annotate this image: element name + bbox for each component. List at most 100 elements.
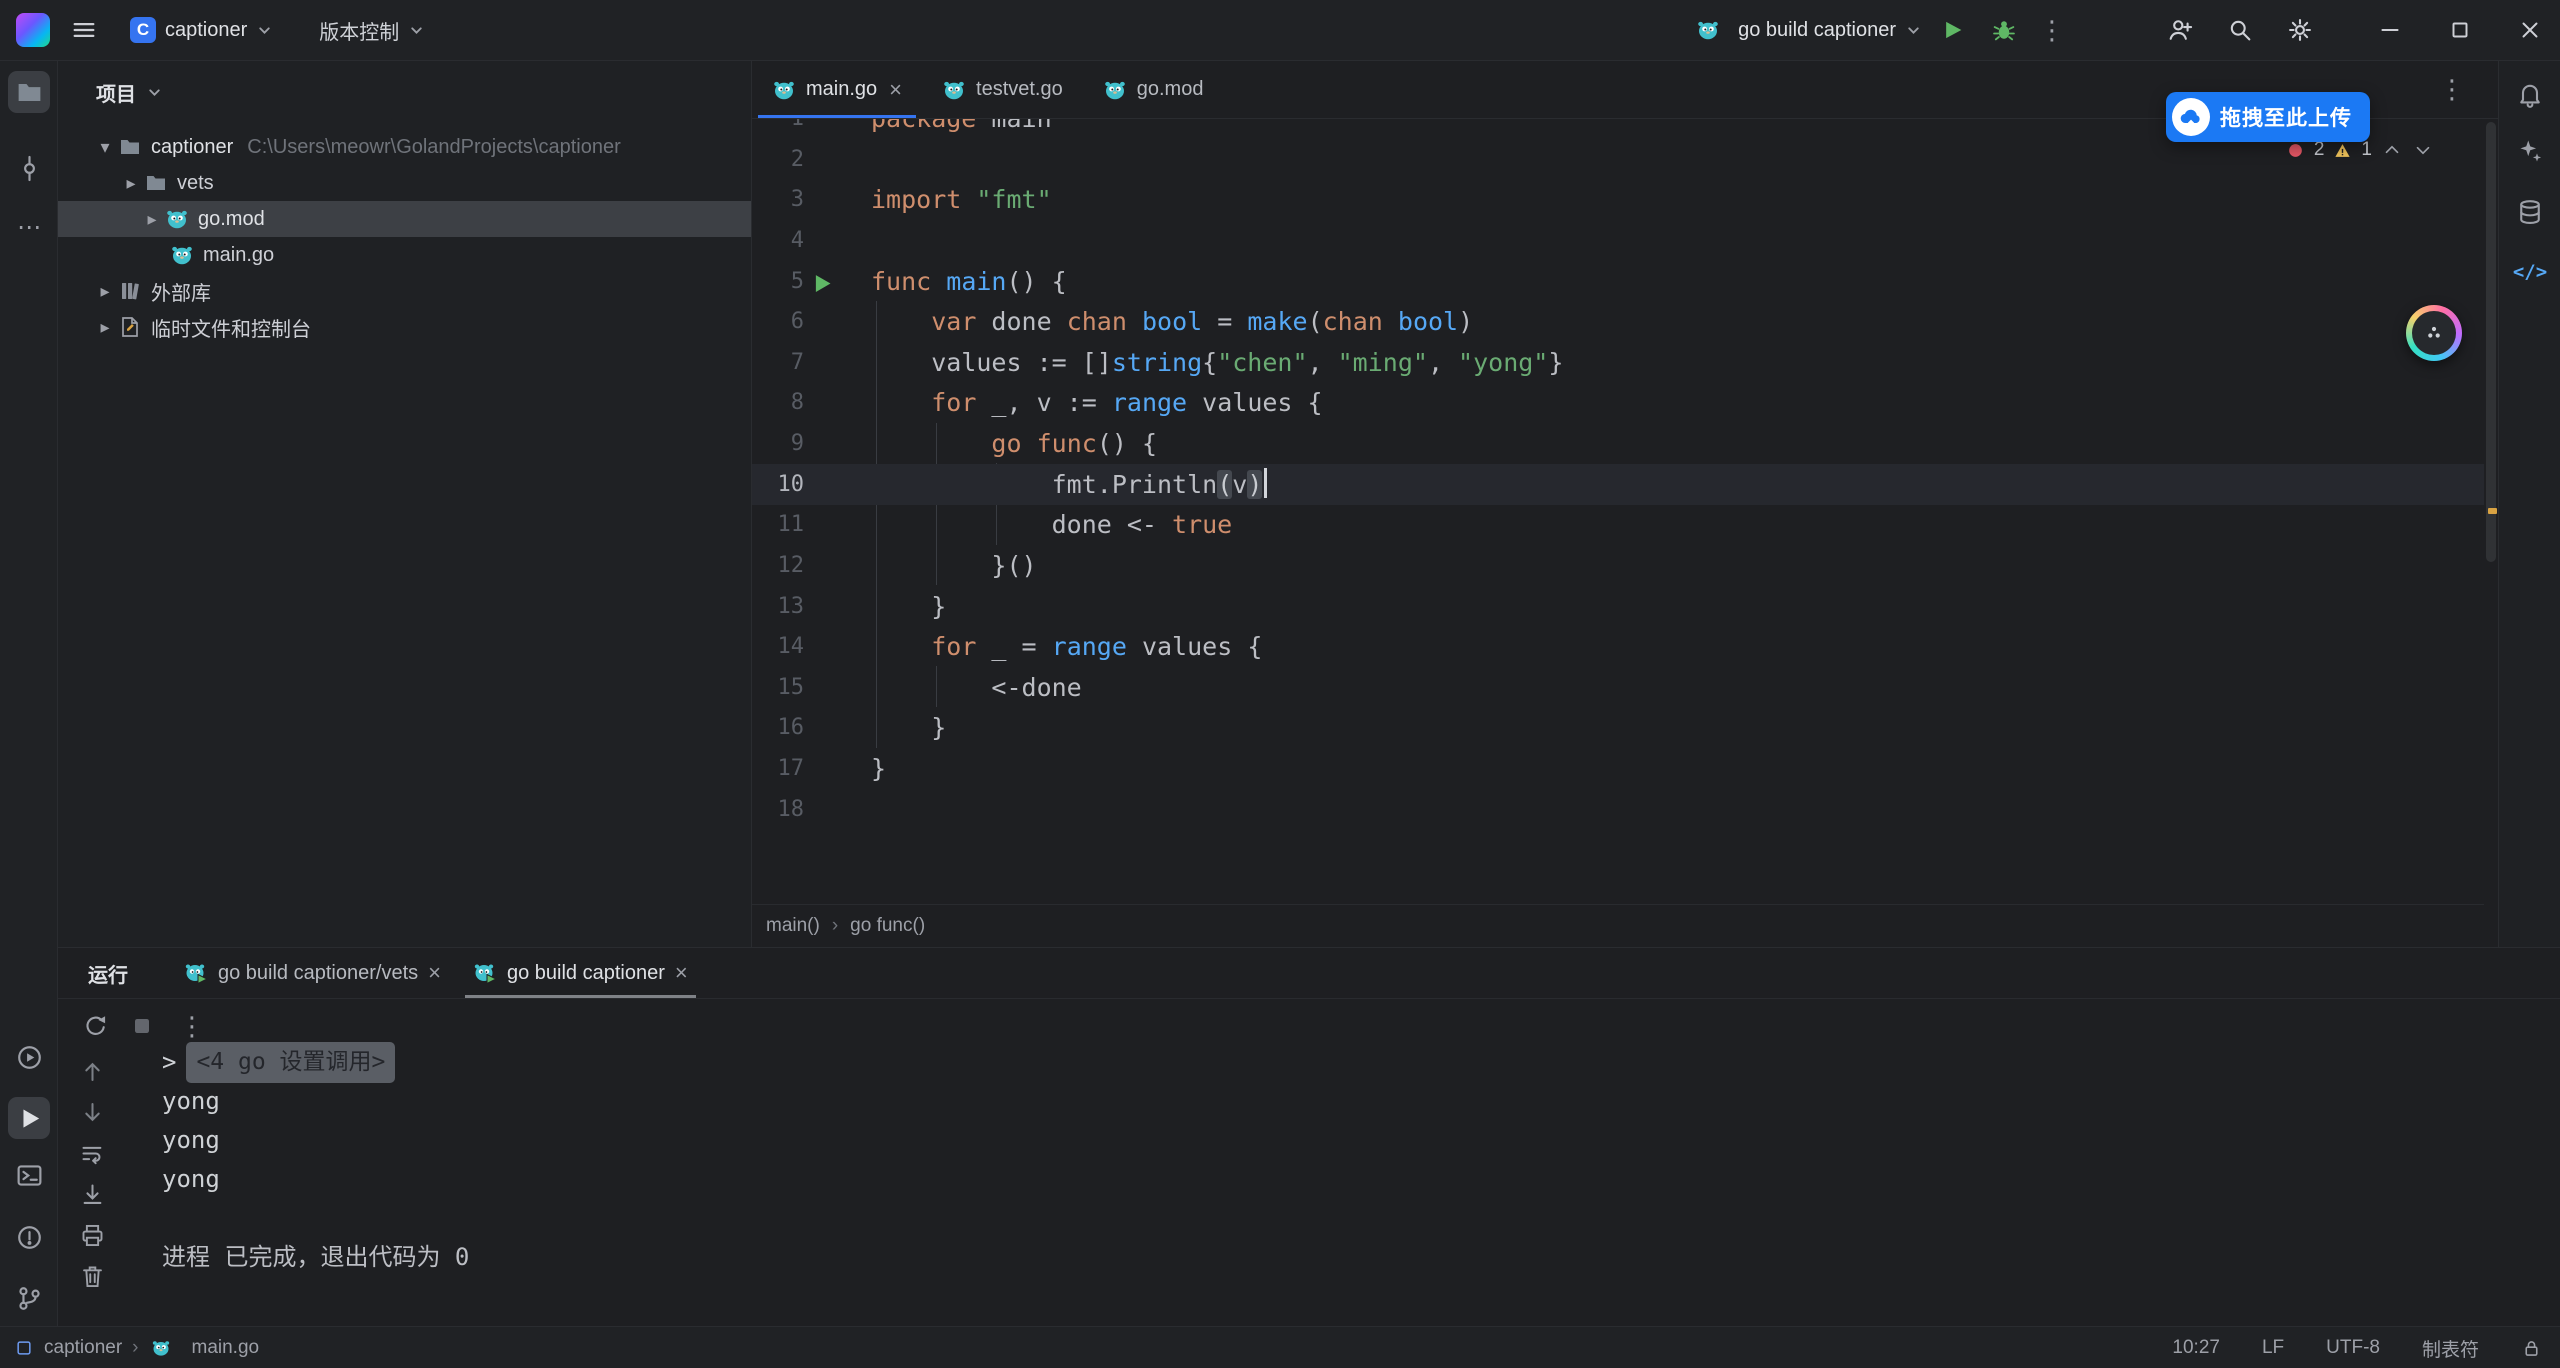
code-line-16[interactable]: 16 } [752, 707, 2484, 748]
caret-position-widget[interactable]: 10:27 [2172, 1337, 2220, 1359]
editor-options-button[interactable]: ⋮ [2434, 74, 2470, 105]
code-line-3[interactable]: 3import "fmt" [752, 179, 2484, 220]
prev-problem-button[interactable] [2381, 139, 2403, 161]
chevron-right-icon[interactable]: ▸ [92, 317, 118, 338]
code-line-5[interactable]: 5func main() { [752, 261, 2484, 302]
tab-testvet-go[interactable]: testvet.go [922, 61, 1083, 118]
search-everywhere-button[interactable] [2220, 10, 2260, 50]
endpoints-button[interactable]: </> [2499, 261, 2560, 283]
upload-overlay[interactable]: 拖拽至此上传 [2166, 92, 2370, 142]
tree-item-go-mod[interactable]: ▸ go.mod [58, 201, 751, 237]
up-stacktrace-button[interactable] [79, 1058, 106, 1085]
soft-wrap-button[interactable] [79, 1140, 106, 1167]
hamburger-icon [70, 16, 98, 44]
console-line [162, 1199, 2540, 1238]
chevron-right-icon[interactable]: ▸ [92, 281, 118, 302]
run-tab-captioner-vets[interactable]: go build captioner/vets × [168, 948, 457, 998]
more-options-button[interactable]: ⋮ [174, 1011, 210, 1042]
editor-scrollbar[interactable] [2484, 118, 2498, 905]
floating-widget[interactable] [2406, 305, 2462, 361]
vcs-widget[interactable]: 版本控制 [309, 9, 435, 51]
rerun-button[interactable] [82, 1012, 110, 1040]
chevron-right-icon[interactable]: ▸ [118, 173, 144, 194]
stop-button[interactable] [128, 1012, 156, 1040]
minimize-button[interactable] [2368, 8, 2412, 52]
breadcrumb-item-main[interactable]: main() [766, 915, 820, 937]
code-with-me-button[interactable] [2160, 10, 2200, 50]
main-menu-button[interactable] [64, 10, 104, 50]
fold-icon[interactable]: > [162, 1043, 176, 1082]
code-line-18[interactable]: 18 [752, 789, 2484, 830]
close-tab-icon[interactable]: × [428, 960, 441, 986]
code-line-8[interactable]: 8 for _, v := range values { [752, 382, 2484, 423]
services-tool-button[interactable] [8, 1036, 50, 1078]
database-button[interactable] [2509, 191, 2551, 233]
scroll-to-end-button[interactable] [79, 1181, 106, 1208]
tree-item-main-go[interactable]: main.go [58, 237, 751, 273]
print-button[interactable] [79, 1222, 106, 1249]
tree-item-external-libraries[interactable]: ▸ 外部库 [58, 273, 751, 309]
project-tool-button[interactable] [8, 71, 50, 113]
run-tab-captioner[interactable]: go build captioner × [457, 948, 704, 998]
chevron-down-icon[interactable]: ▾ [92, 137, 118, 158]
warning-icon [2333, 141, 2352, 160]
next-problem-button[interactable] [2412, 139, 2434, 161]
close-button[interactable] [2508, 8, 2552, 52]
run-tool-button[interactable] [8, 1097, 50, 1139]
commit-tool-button[interactable] [8, 147, 50, 189]
notifications-button[interactable] [2509, 73, 2551, 115]
run-config-widget[interactable]: go build captioner [1686, 9, 1932, 51]
code-line-10[interactable]: 10 fmt.Println(v) [752, 464, 2484, 505]
settings-button[interactable] [2280, 10, 2320, 50]
scrollbar-thumb[interactable] [2486, 122, 2496, 562]
chevron-right-icon[interactable]: ▸ [139, 209, 165, 230]
run-button[interactable] [1932, 10, 1972, 50]
close-tab-icon[interactable]: × [889, 77, 902, 103]
code-line-4[interactable]: 4 [752, 220, 2484, 261]
problems-tool-button[interactable] [8, 1216, 50, 1258]
tree-item-scratches[interactable]: ▸ 临时文件和控制台 [58, 309, 751, 345]
tree-item-captioner[interactable]: ▾ captioner C:\Users\meowr\GolandProject… [58, 129, 751, 165]
tab-go-mod[interactable]: go.mod [1083, 61, 1224, 118]
more-tool-windows-button[interactable]: ⋯ [8, 213, 50, 242]
console-banner-row[interactable]: > <4 go 设置调用> [162, 1043, 2540, 1082]
code-line-11[interactable]: 11 done <- true [752, 504, 2484, 545]
clear-console-button[interactable] [79, 1263, 106, 1290]
folder-icon [144, 171, 168, 195]
indent-widget[interactable]: 制表符 [2422, 1335, 2479, 1362]
code-line-17[interactable]: 17} [752, 748, 2484, 789]
code-line-9[interactable]: 9 go func() { [752, 423, 2484, 464]
close-tab-icon[interactable]: × [675, 960, 688, 986]
code-text: go func() { [871, 423, 1157, 464]
more-actions-button[interactable]: ⋮ [2034, 15, 2070, 46]
console-output[interactable]: > <4 go 设置调用> yong yong yong 进程 已完成，退出代码… [162, 1043, 2540, 1277]
code-line-12[interactable]: 12 }() [752, 545, 2484, 586]
debug-button[interactable] [1984, 10, 2024, 50]
editor-area: 1package main23import "fmt"45func main()… [752, 61, 2498, 947]
code-line-6[interactable]: 6 var done chan bool = make(chan bool) [752, 301, 2484, 342]
status-breadcrumb[interactable]: captioner › main.go [14, 1337, 259, 1359]
tab-main-go[interactable]: main.go × [752, 61, 922, 118]
warning-stripe-mark[interactable] [2488, 508, 2497, 514]
lock-icon[interactable] [2521, 1338, 2542, 1359]
terminal-tool-button[interactable] [8, 1154, 50, 1196]
breadcrumb-item-gofunc[interactable]: go func() [850, 915, 925, 937]
code-line-13[interactable]: 13 } [752, 586, 2484, 627]
ai-assistant-button[interactable] [2509, 130, 2551, 172]
line-separator-widget[interactable]: LF [2262, 1337, 2284, 1359]
code-line-14[interactable]: 14 for _ = range values { [752, 626, 2484, 667]
git-tool-button[interactable] [8, 1277, 50, 1319]
git-branch-icon [15, 1284, 44, 1313]
maximize-button[interactable] [2438, 8, 2482, 52]
project-widget[interactable]: C captioner [120, 9, 283, 51]
down-stacktrace-button[interactable] [79, 1099, 106, 1126]
code-line-7[interactable]: 7 values := []string{"chen", "ming", "yo… [752, 342, 2484, 383]
project-panel-header[interactable]: 项目 [58, 61, 751, 123]
title-bar: C captioner 版本控制 go build captioner ⋮ [0, 0, 2560, 61]
tree-item-vets[interactable]: ▸ vets [58, 165, 751, 201]
code-line-15[interactable]: 15 <-done [752, 667, 2484, 708]
breadcrumb: main() › go func() [752, 904, 2484, 947]
code-line-2[interactable]: 2 [752, 139, 2484, 180]
line-number: 11 [752, 504, 804, 545]
encoding-widget[interactable]: UTF-8 [2326, 1337, 2380, 1359]
